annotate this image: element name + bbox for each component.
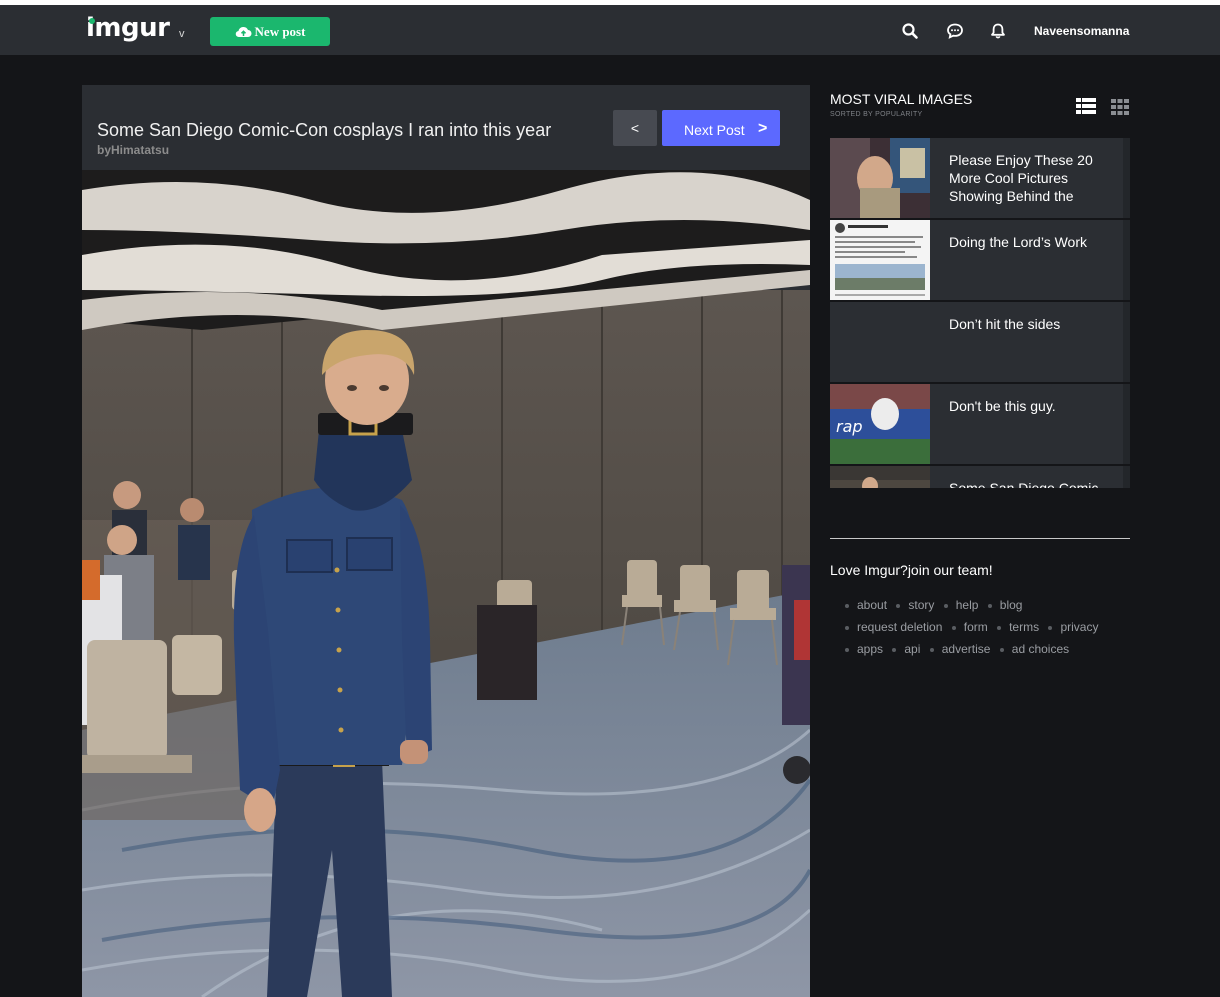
- svg-text:rap: rap: [836, 417, 863, 436]
- bullet-icon: [845, 625, 849, 630]
- viral-item[interactable]: rap Don't be this guy.: [830, 384, 1130, 464]
- viral-thumbnail: [830, 220, 930, 300]
- viral-item-title: Don't be this guy.: [949, 398, 1056, 414]
- bullet-icon: [987, 603, 992, 608]
- footer-link-blog[interactable]: blog: [1000, 598, 1023, 612]
- cosplay-photo: [82, 170, 810, 997]
- footer-link-form[interactable]: form: [964, 620, 988, 634]
- footer-link-request-deletion[interactable]: request deletion: [857, 620, 942, 634]
- footer-link-story[interactable]: story: [908, 598, 934, 612]
- footer-link-ad-choices[interactable]: ad choices: [1012, 642, 1069, 656]
- grid-view-icon[interactable]: [1111, 99, 1129, 115]
- post-image[interactable]: [82, 170, 810, 997]
- post-header: Some San Diego Comic-Con cosplays I ran …: [82, 85, 810, 170]
- logo-dot: [89, 18, 95, 24]
- footer-link-api[interactable]: api: [904, 642, 920, 656]
- search-icon[interactable]: [901, 22, 919, 40]
- footer-link-apps[interactable]: apps: [857, 642, 883, 656]
- viral-thumbnail: [830, 138, 930, 218]
- next-post-label: Next Post: [684, 122, 745, 138]
- viral-item-title: Doing the Lord’s Work: [949, 234, 1087, 250]
- bullet-icon: [1048, 625, 1053, 630]
- footer-link-help[interactable]: help: [956, 598, 979, 612]
- imgur-logo[interactable]: imgur: [86, 13, 170, 43]
- footer-link-advertise[interactable]: advertise: [942, 642, 991, 656]
- item-scrollbar[interactable]: [1123, 466, 1130, 488]
- next-post-button[interactable]: Next Post >: [662, 110, 780, 146]
- viral-thumbnail: rap: [830, 384, 930, 464]
- viral-item[interactable]: Doing the Lord’s Work: [830, 220, 1130, 300]
- viral-item-title: Some San Diego Comic: [949, 480, 1099, 488]
- sidebar-divider: [830, 538, 1130, 539]
- item-scrollbar[interactable]: [1123, 220, 1130, 300]
- bullet-icon: [845, 647, 849, 652]
- bullet-icon: [845, 603, 849, 608]
- viral-thumbnail: [830, 466, 930, 488]
- previous-post-button[interactable]: <: [613, 110, 657, 146]
- footer-links: about story help blog request deletion f…: [845, 598, 1130, 664]
- username-menu[interactable]: Naveensomanna: [1034, 24, 1129, 38]
- bullet-icon: [999, 647, 1004, 652]
- viral-section-subtitle: SORTED BY POPULARITY: [830, 111, 923, 118]
- bullet-icon: [892, 647, 897, 652]
- footer-link-terms[interactable]: terms: [1009, 620, 1039, 634]
- new-post-button[interactable]: New post: [210, 17, 330, 46]
- footer-link-privacy[interactable]: privacy: [1060, 620, 1098, 634]
- bullet-icon: [896, 603, 901, 608]
- bell-icon[interactable]: [989, 22, 1007, 40]
- viral-item[interactable]: Please Enjoy These 20 More Cool Pictures…: [830, 138, 1130, 218]
- post-author-link[interactable]: byHimatatsu: [97, 143, 169, 157]
- bullet-icon: [943, 603, 948, 608]
- viral-section-title: MOST VIRAL IMAGES: [830, 91, 973, 107]
- logo-menu-caret[interactable]: v: [179, 28, 185, 40]
- footer-link-about[interactable]: about: [857, 598, 887, 612]
- bullet-icon: [997, 625, 1002, 630]
- chat-icon[interactable]: [946, 22, 964, 40]
- footer-row: request deletion form terms privacy: [845, 620, 1130, 642]
- post-title: Some San Diego Comic-Con cosplays I ran …: [97, 120, 552, 140]
- viral-item-title: Don’t hit the sides: [949, 316, 1061, 332]
- item-scrollbar[interactable]: [1123, 138, 1130, 218]
- top-navbar: imgur v New post Naveensomanna: [0, 5, 1220, 55]
- post-container: Some San Diego Comic-Con cosplays I ran …: [82, 85, 810, 997]
- bullet-icon: [951, 625, 956, 630]
- item-scrollbar[interactable]: [1123, 384, 1130, 464]
- footer-row: apps api advertise ad choices: [845, 642, 1130, 664]
- footer-row: about story help blog: [845, 598, 1130, 620]
- item-scrollbar[interactable]: [1123, 302, 1130, 382]
- viral-item[interactable]: Some San Diego Comic: [830, 466, 1130, 488]
- viral-item-title: Please Enjoy These 20 More Cool Pictures…: [949, 152, 1093, 204]
- cloud-upload-icon: [235, 26, 252, 37]
- viral-images-list[interactable]: Please Enjoy These 20 More Cool Pictures…: [830, 138, 1130, 488]
- join-team-link[interactable]: Love Imgur?join our team!: [830, 562, 993, 578]
- viral-item[interactable]: Don’t hit the sides: [830, 302, 1130, 382]
- new-post-label: New post: [254, 23, 306, 39]
- bullet-icon: [929, 647, 934, 652]
- next-arrow-icon: >: [758, 120, 768, 137]
- list-view-icon[interactable]: [1076, 98, 1096, 114]
- viral-thumbnail: [830, 302, 930, 382]
